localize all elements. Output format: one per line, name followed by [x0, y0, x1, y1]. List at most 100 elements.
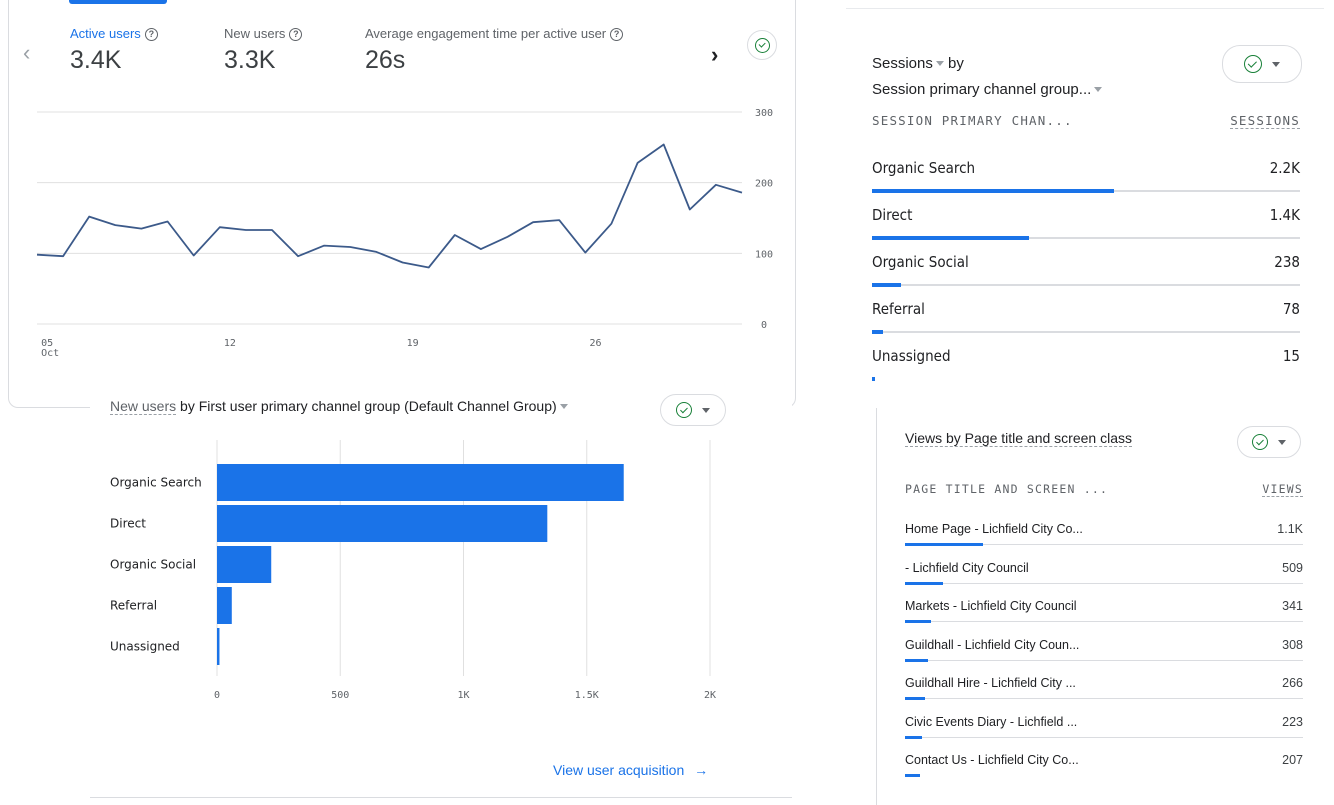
row-bar-track — [872, 236, 1300, 240]
new-users-bar-chart: 0 500 1K 1.5K 2K Organic Search Direct Organic … — [110, 440, 716, 701]
dropdown-caret-icon[interactable] — [935, 61, 944, 66]
bar[interactable] — [217, 505, 548, 542]
row-label: Contact Us - Lichfield City Co... — [905, 753, 1079, 767]
table-header: SESSION PRIMARY CHAN... SESSIONS — [872, 113, 1300, 129]
row-label: Unassigned — [872, 347, 951, 365]
views-title[interactable]: Views by Page title and screen class — [905, 430, 1132, 447]
row-bar-fill — [905, 581, 943, 585]
row-bar-track — [905, 697, 1303, 700]
column-header-sessions[interactable]: SESSIONS — [1230, 113, 1300, 129]
series-line[interactable] — [36, 143, 743, 269]
card-title: New users by First user primary channel … — [110, 398, 568, 415]
table-row[interactable]: Guildhall - Lichfield City Coun... 308 — [905, 638, 1303, 652]
table-row[interactable]: Referral 78 — [872, 300, 1300, 318]
dimension-selector[interactable]: Session primary channel group... — [872, 81, 1091, 98]
x-tick-label: 12 — [224, 338, 236, 349]
column-header-dimension: PAGE TITLE AND SCREEN ... — [905, 482, 1109, 496]
category-label: Organic Search — [110, 476, 202, 490]
table-row[interactable]: Unassigned 15 — [872, 347, 1300, 365]
view-user-acquisition-link[interactable]: View user acquisition → — [553, 762, 708, 778]
compare-dropdown-button[interactable] — [1237, 426, 1301, 458]
column-header-views[interactable]: VIEWS — [1262, 482, 1303, 497]
table-row[interactable]: Organic Search 2.2K — [872, 159, 1300, 177]
caret-down-icon — [1272, 61, 1280, 67]
row-bar-track — [872, 189, 1300, 193]
table-row[interactable]: Home Page - Lichfield City Co... 1.1K — [905, 522, 1303, 536]
card-title[interactable]: Views by Page title and screen class — [905, 430, 1132, 447]
dropdown-caret-icon[interactable] — [1094, 87, 1103, 92]
row-label: Organic Social — [872, 253, 969, 271]
bar[interactable] — [217, 628, 220, 665]
row-label: Organic Search — [872, 159, 976, 177]
check-circle-icon — [1252, 434, 1268, 450]
check-circle-icon — [1244, 55, 1262, 73]
views-by-page-card: Views by Page title and screen class PAG… — [876, 408, 1326, 805]
x-tick-label: 2K — [704, 690, 716, 701]
help-icon[interactable]: ? — [610, 28, 624, 41]
card-title[interactable]: Sessions by Session primary channel grou… — [872, 51, 1103, 103]
compare-dropdown-button[interactable] — [1222, 45, 1302, 83]
row-bar-fill — [872, 189, 1114, 193]
metric-value: 3.3K — [224, 46, 276, 74]
x-tick-label: 26 — [589, 338, 601, 349]
row-label: Guildhall - Lichfield City Coun... — [905, 637, 1080, 652]
compare-dropdown-button[interactable] — [660, 394, 726, 426]
x-tick-label: 1K — [457, 690, 469, 701]
bar[interactable] — [217, 464, 624, 501]
next-metric-button[interactable]: › — [711, 42, 718, 68]
table-row[interactable]: Markets - Lichfield City Council 341 — [905, 599, 1303, 613]
prev-metric-button[interactable]: ‹ — [23, 40, 30, 66]
row-label: - Lichfield City Council — [905, 560, 1029, 575]
row-bar-fill — [905, 697, 926, 700]
dropdown-caret-icon[interactable] — [559, 404, 568, 409]
row-bar-fill — [872, 236, 1030, 240]
row-bar-track — [905, 620, 1303, 623]
table-row[interactable]: Guildhall Hire - Lichfield City ... 266 — [905, 676, 1303, 690]
row-value: 2.2K — [1269, 159, 1300, 177]
row-value: 223 — [1282, 714, 1303, 729]
column-header-dimension: SESSION PRIMARY CHAN... — [872, 113, 1073, 128]
table-row[interactable]: Direct 1.4K — [872, 206, 1300, 224]
metric-selector[interactable]: New users — [110, 398, 177, 415]
check-circle-icon — [754, 37, 770, 53]
metric-label: Active users — [70, 26, 141, 41]
table-row[interactable]: Civic Events Diary - Lichfield ... 223 — [905, 715, 1303, 729]
table-row[interactable]: - Lichfield City Council 509 — [905, 561, 1303, 575]
row-label: Guildhall Hire - Lichfield City ... — [905, 676, 1076, 690]
x-tick-label: 1.5K — [575, 690, 599, 701]
row-label: Civic Events Diary - Lichfield ... — [905, 714, 1078, 729]
bar[interactable] — [217, 546, 272, 583]
row-value: 1.4K — [1269, 206, 1300, 224]
row-bar-fill — [905, 543, 984, 546]
metric-tab-new-users[interactable]: New users? 3.3K — [224, 26, 303, 75]
check-circle-icon — [676, 402, 692, 418]
x-tick-label: 19 — [407, 338, 419, 349]
category-label: Organic Social — [110, 558, 196, 572]
metric-tab-avg-engagement[interactable]: Average engagement time per active user?… — [365, 26, 624, 75]
table-row[interactable]: Organic Social 238 — [872, 253, 1300, 271]
help-icon[interactable]: ? — [144, 28, 158, 41]
caret-down-icon — [702, 407, 710, 413]
row-value: 78 — [1282, 300, 1300, 318]
row-bar-track — [905, 735, 1303, 739]
row-value: 207 — [1282, 753, 1303, 767]
y-tick-label: 100 — [755, 249, 773, 260]
table-header: PAGE TITLE AND SCREEN ... VIEWS — [905, 482, 1303, 497]
active-tab-indicator — [69, 0, 167, 4]
compare-button[interactable] — [747, 30, 777, 60]
row-value: 308 — [1282, 637, 1303, 652]
title-rest[interactable]: by First user primary channel group (Def… — [176, 398, 557, 414]
help-icon[interactable]: ? — [289, 28, 303, 41]
row-bar-fill — [905, 620, 932, 623]
new-users-by-channel-card: New users by First user primary channel … — [90, 388, 792, 798]
table-row[interactable]: Contact Us - Lichfield City Co... 207 — [905, 753, 1303, 767]
metric-selector[interactable]: Sessions — [872, 55, 933, 72]
y-tick-label: 0 — [761, 320, 767, 331]
row-value: 509 — [1282, 560, 1303, 575]
metric-tab-active-users[interactable]: Active users? 3.4K — [70, 26, 158, 75]
metric-label: Average engagement time per active user — [365, 26, 607, 41]
row-bar-track — [905, 581, 1303, 585]
row-value: 1.1K — [1277, 522, 1303, 536]
bar[interactable] — [217, 587, 232, 624]
row-label: Referral — [872, 300, 925, 318]
